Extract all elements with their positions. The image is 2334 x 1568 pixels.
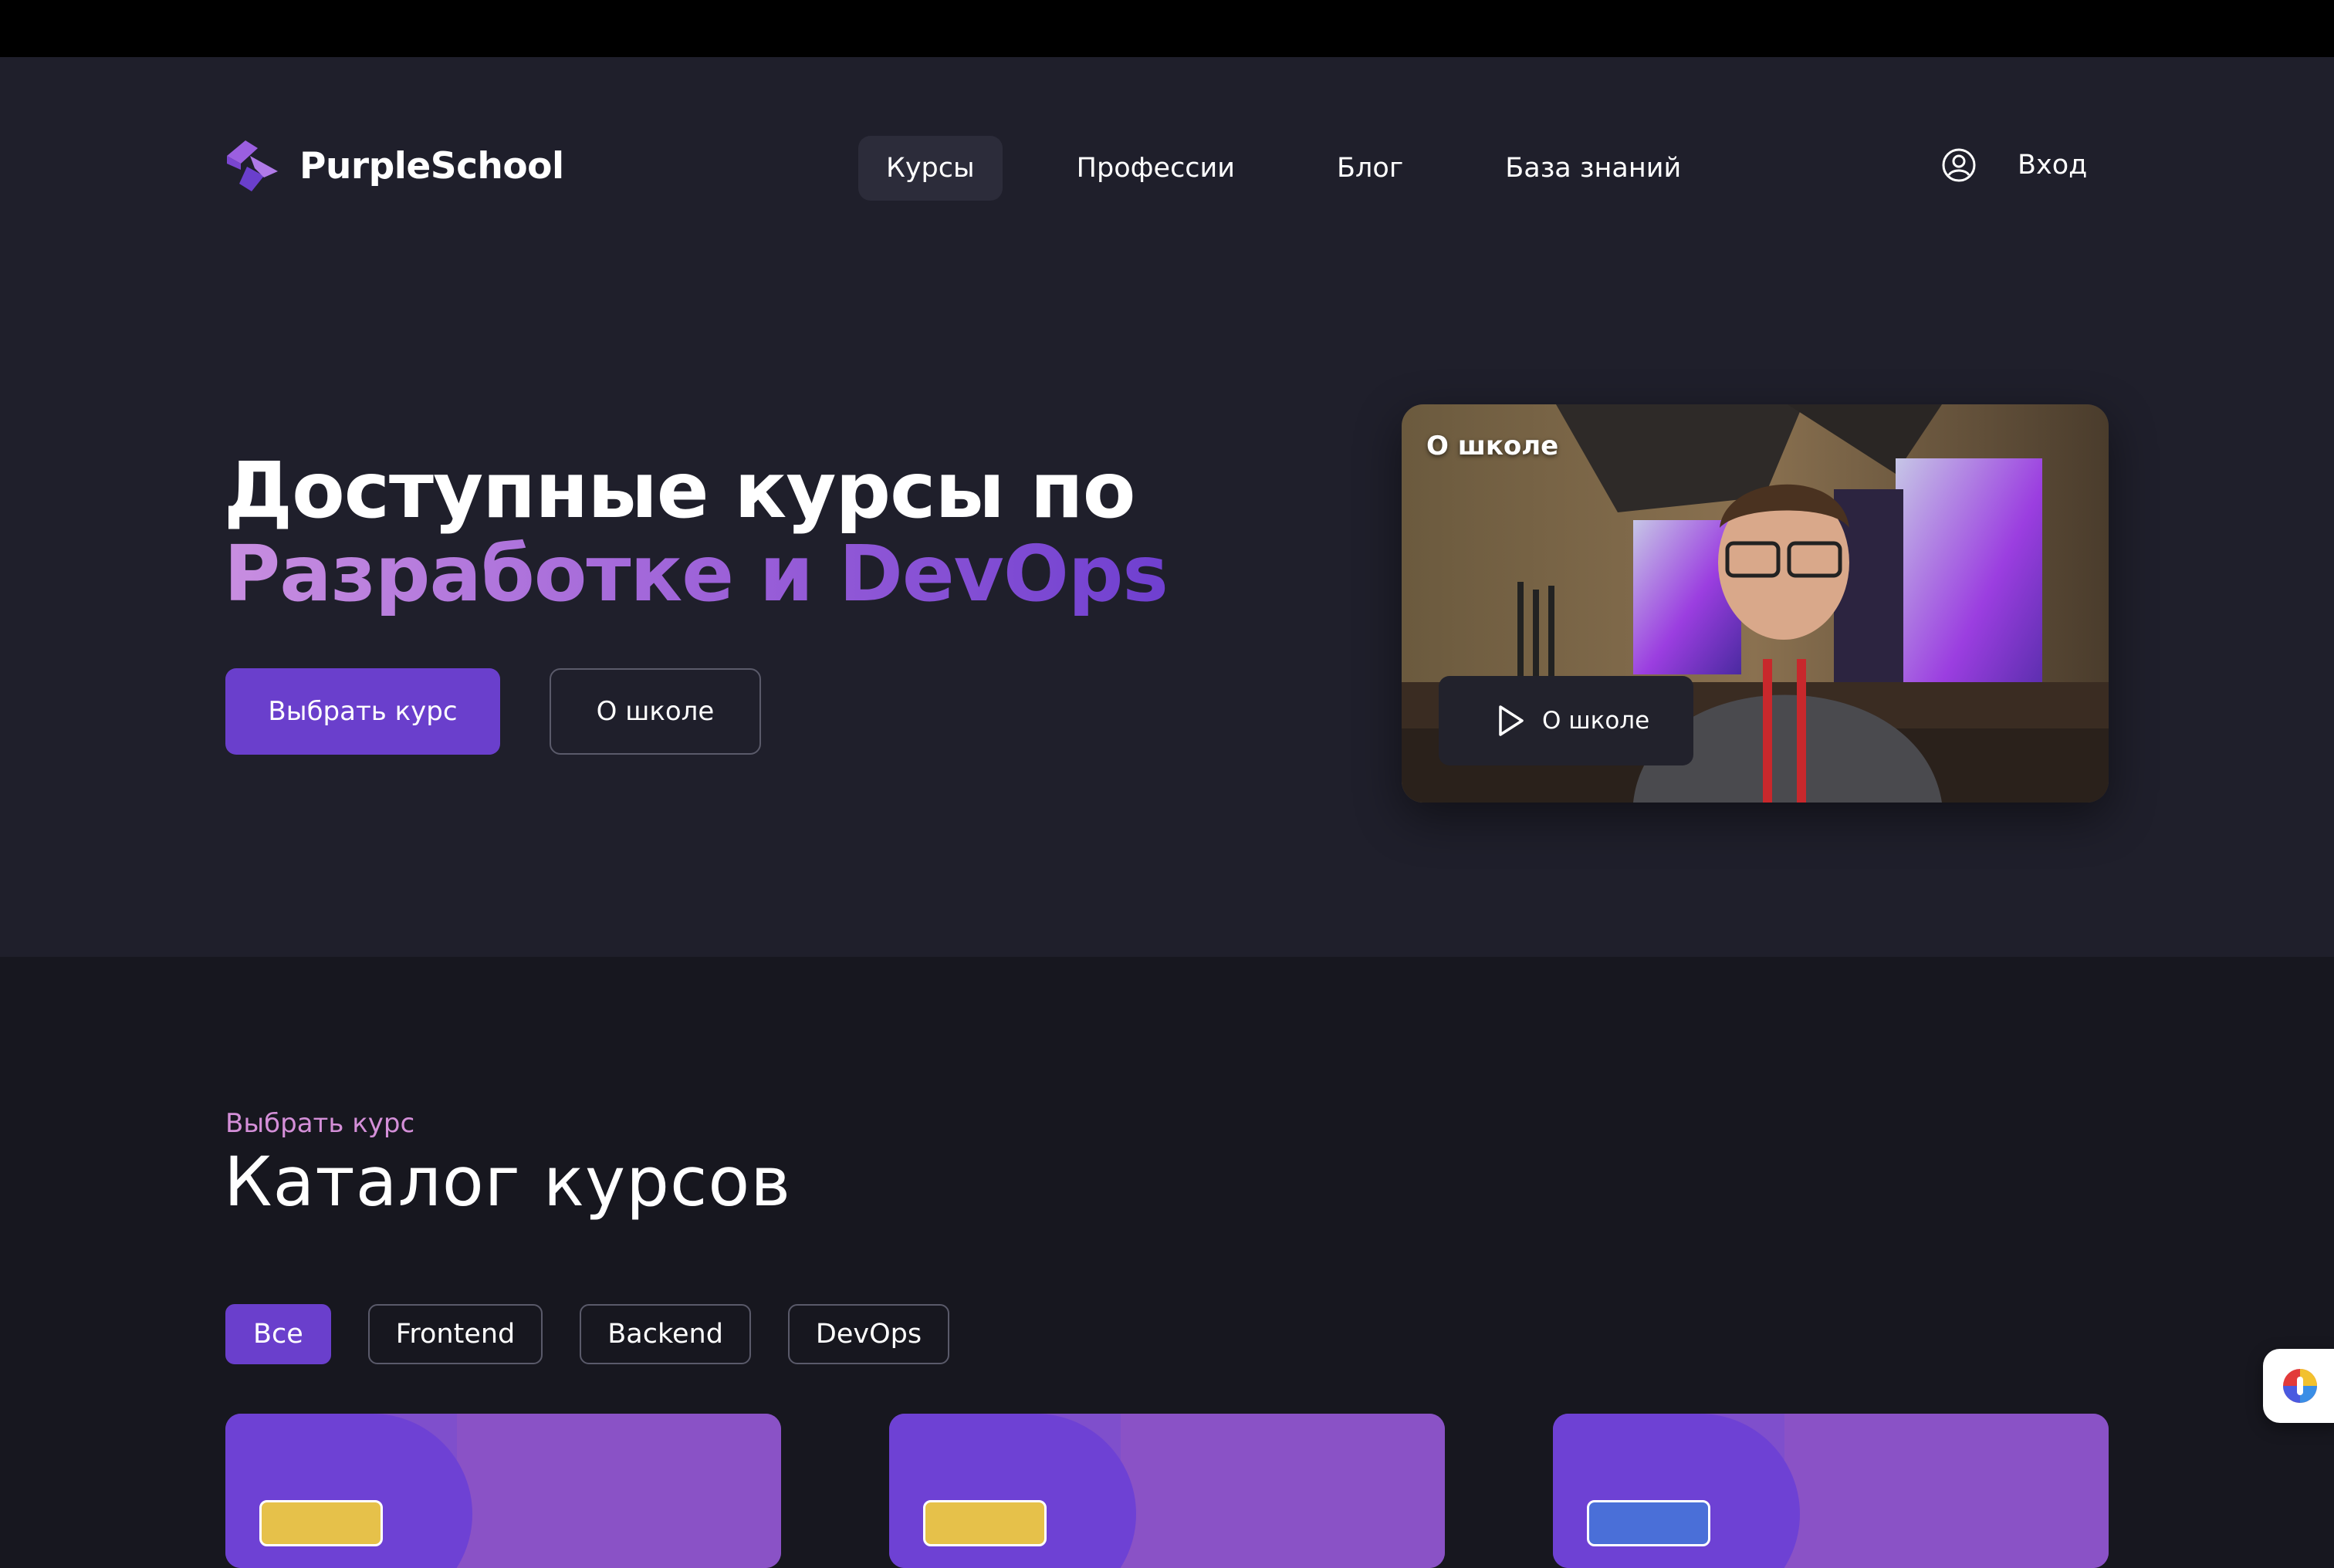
nav-item-blog[interactable]: Блог	[1309, 136, 1431, 201]
nav-item-courses[interactable]: Курсы	[858, 136, 1003, 201]
card-decoration	[1121, 1414, 1445, 1568]
video-label: О школе	[1426, 431, 1559, 461]
user-circle-icon	[1942, 148, 1976, 182]
hero-title-line2: Разработке и DevOps	[224, 529, 1169, 619]
nav-item-professions[interactable]: Профессии	[1049, 136, 1263, 201]
logo-text: PurpleSchool	[299, 144, 564, 188]
main-nav: Курсы Профессии Блог База знаний	[858, 136, 1755, 201]
course-card[interactable]	[1553, 1414, 2109, 1568]
hero-title: Доступные курсы по Разработке и DevOps	[224, 445, 1169, 619]
course-badge	[1587, 1500, 1710, 1546]
video-play-label: О школе	[1542, 707, 1650, 735]
card-decoration	[457, 1414, 781, 1568]
catalog-title: Каталог курсов	[224, 1142, 792, 1222]
purpleschool-logo-icon	[227, 140, 278, 191]
nav-item-knowledge-base[interactable]: База знаний	[1477, 136, 1709, 201]
logo[interactable]: PurpleSchool	[224, 137, 564, 194]
assistant-icon	[2283, 1369, 2317, 1403]
filter-frontend[interactable]: Frontend	[367, 1304, 543, 1364]
catalog-filters: Все Frontend Backend DevOps	[225, 1304, 986, 1364]
filter-all[interactable]: Все	[225, 1304, 331, 1364]
filter-devops[interactable]: DevOps	[787, 1304, 950, 1364]
hero-title-line1: Доступные курсы по	[224, 445, 1135, 536]
course-card[interactable]	[225, 1414, 781, 1568]
filter-backend[interactable]: Backend	[580, 1304, 751, 1364]
about-school-button[interactable]: О школе	[550, 668, 761, 755]
course-badge	[259, 1500, 383, 1546]
catalog-kicker: Выбрать курс	[225, 1108, 415, 1139]
assistant-widget-button[interactable]	[2263, 1349, 2334, 1423]
browser-top-bar	[0, 0, 2334, 57]
login-button[interactable]: Вход	[1940, 147, 2087, 184]
course-card[interactable]	[889, 1414, 1445, 1568]
card-decoration	[1784, 1414, 2109, 1568]
course-badge	[923, 1500, 1047, 1546]
video-play-button[interactable]: О школе	[1439, 676, 1693, 765]
login-label: Вход	[2018, 150, 2088, 181]
play-icon	[1499, 705, 1524, 736]
choose-course-button[interactable]: Выбрать курс	[225, 668, 500, 755]
about-video[interactable]: О школе О школе	[1402, 404, 2109, 803]
